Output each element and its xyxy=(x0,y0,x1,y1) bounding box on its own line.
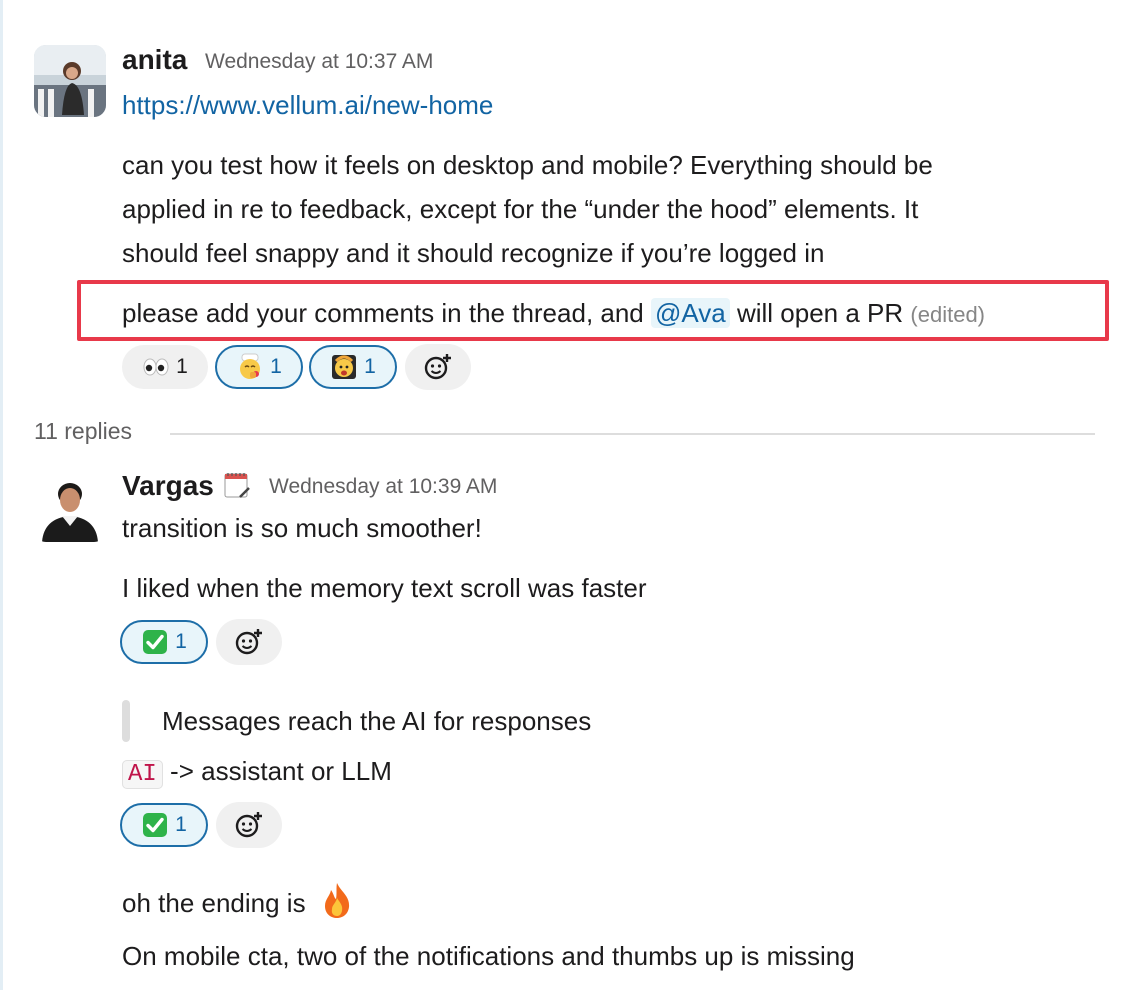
avatar-anita-image xyxy=(34,45,106,117)
avatar-vargas[interactable] xyxy=(34,470,106,542)
message-text-before-mention: please add your comments in the thread, … xyxy=(122,298,644,328)
reply-text-4: oh the ending is xyxy=(122,880,357,920)
reaction-count: 1 xyxy=(175,630,187,653)
reaction-mind-blown[interactable]: 1 xyxy=(309,345,397,389)
reaction-check-1[interactable]: 1 xyxy=(120,620,208,664)
mind-blown-icon xyxy=(332,355,357,379)
message-link-line: https://www.vellum.ai/new-home xyxy=(122,90,493,121)
add-reaction-icon xyxy=(235,812,262,838)
thread-edge xyxy=(0,0,3,990)
message-text-line-1: can you test how it feels on desktop and… xyxy=(122,150,933,180)
add-reaction-button[interactable] xyxy=(405,344,471,390)
check-mark-icon xyxy=(143,630,168,654)
reaction-chef-kiss[interactable]: 1 xyxy=(215,345,303,389)
replies-divider xyxy=(170,433,1095,435)
calendar-notepad-icon xyxy=(224,473,250,498)
add-reaction-button[interactable] xyxy=(216,802,282,848)
quote-text: Messages reach the AI for responses xyxy=(162,706,592,736)
check-mark-icon xyxy=(143,813,168,837)
reply-text-5: On mobile cta, two of the notifications … xyxy=(122,941,855,971)
fire-icon xyxy=(324,883,349,918)
author-name[interactable]: anita xyxy=(122,44,187,76)
add-reaction-icon xyxy=(424,354,451,380)
message-link[interactable]: https://www.vellum.ai/new-home xyxy=(122,90,493,120)
reply-text-3-rest: -> assistant or LLM xyxy=(170,756,392,786)
chef-kiss-icon xyxy=(240,353,261,379)
message-text-line-4: please add your comments in the thread, … xyxy=(122,298,985,329)
reply-timestamp[interactable]: Wednesday at 10:39 AM xyxy=(269,475,497,499)
reply-text-1: transition is so much smoother! xyxy=(122,513,482,543)
reply-text-4-label: oh the ending is xyxy=(122,888,306,918)
message-text-after-mention: will open a PR xyxy=(736,298,904,328)
avatar-vargas-image xyxy=(34,470,106,542)
reaction-eyes[interactable]: 1 xyxy=(122,345,208,389)
add-reaction-icon xyxy=(235,629,262,655)
edited-label: (edited) xyxy=(910,302,985,327)
reaction-count: 1 xyxy=(176,355,188,378)
replies-count: 11 replies xyxy=(34,418,133,444)
reaction-check-2[interactable]: 1 xyxy=(120,803,208,847)
avatar-anita[interactable] xyxy=(34,45,106,117)
eyes-icon xyxy=(143,358,169,376)
message-text-line-3: should feel snappy and it should recogni… xyxy=(122,238,825,268)
message-text-line-2: applied in re to feedback, except for th… xyxy=(122,194,919,224)
message-timestamp[interactable]: Wednesday at 10:37 AM xyxy=(205,50,433,74)
reaction-count: 1 xyxy=(270,355,282,378)
add-reaction-button[interactable] xyxy=(216,619,282,665)
inline-code: AI xyxy=(122,760,163,789)
reply-text-2: I liked when the memory text scroll was … xyxy=(122,573,647,603)
quote-bar xyxy=(122,700,130,742)
user-mention[interactable]: @Ava xyxy=(651,298,730,328)
reaction-count: 1 xyxy=(364,355,376,378)
reply-text-3: AI -> assistant or LLM xyxy=(122,756,392,789)
reaction-count: 1 xyxy=(175,813,187,836)
reply-author-name[interactable]: Vargas xyxy=(122,470,214,502)
